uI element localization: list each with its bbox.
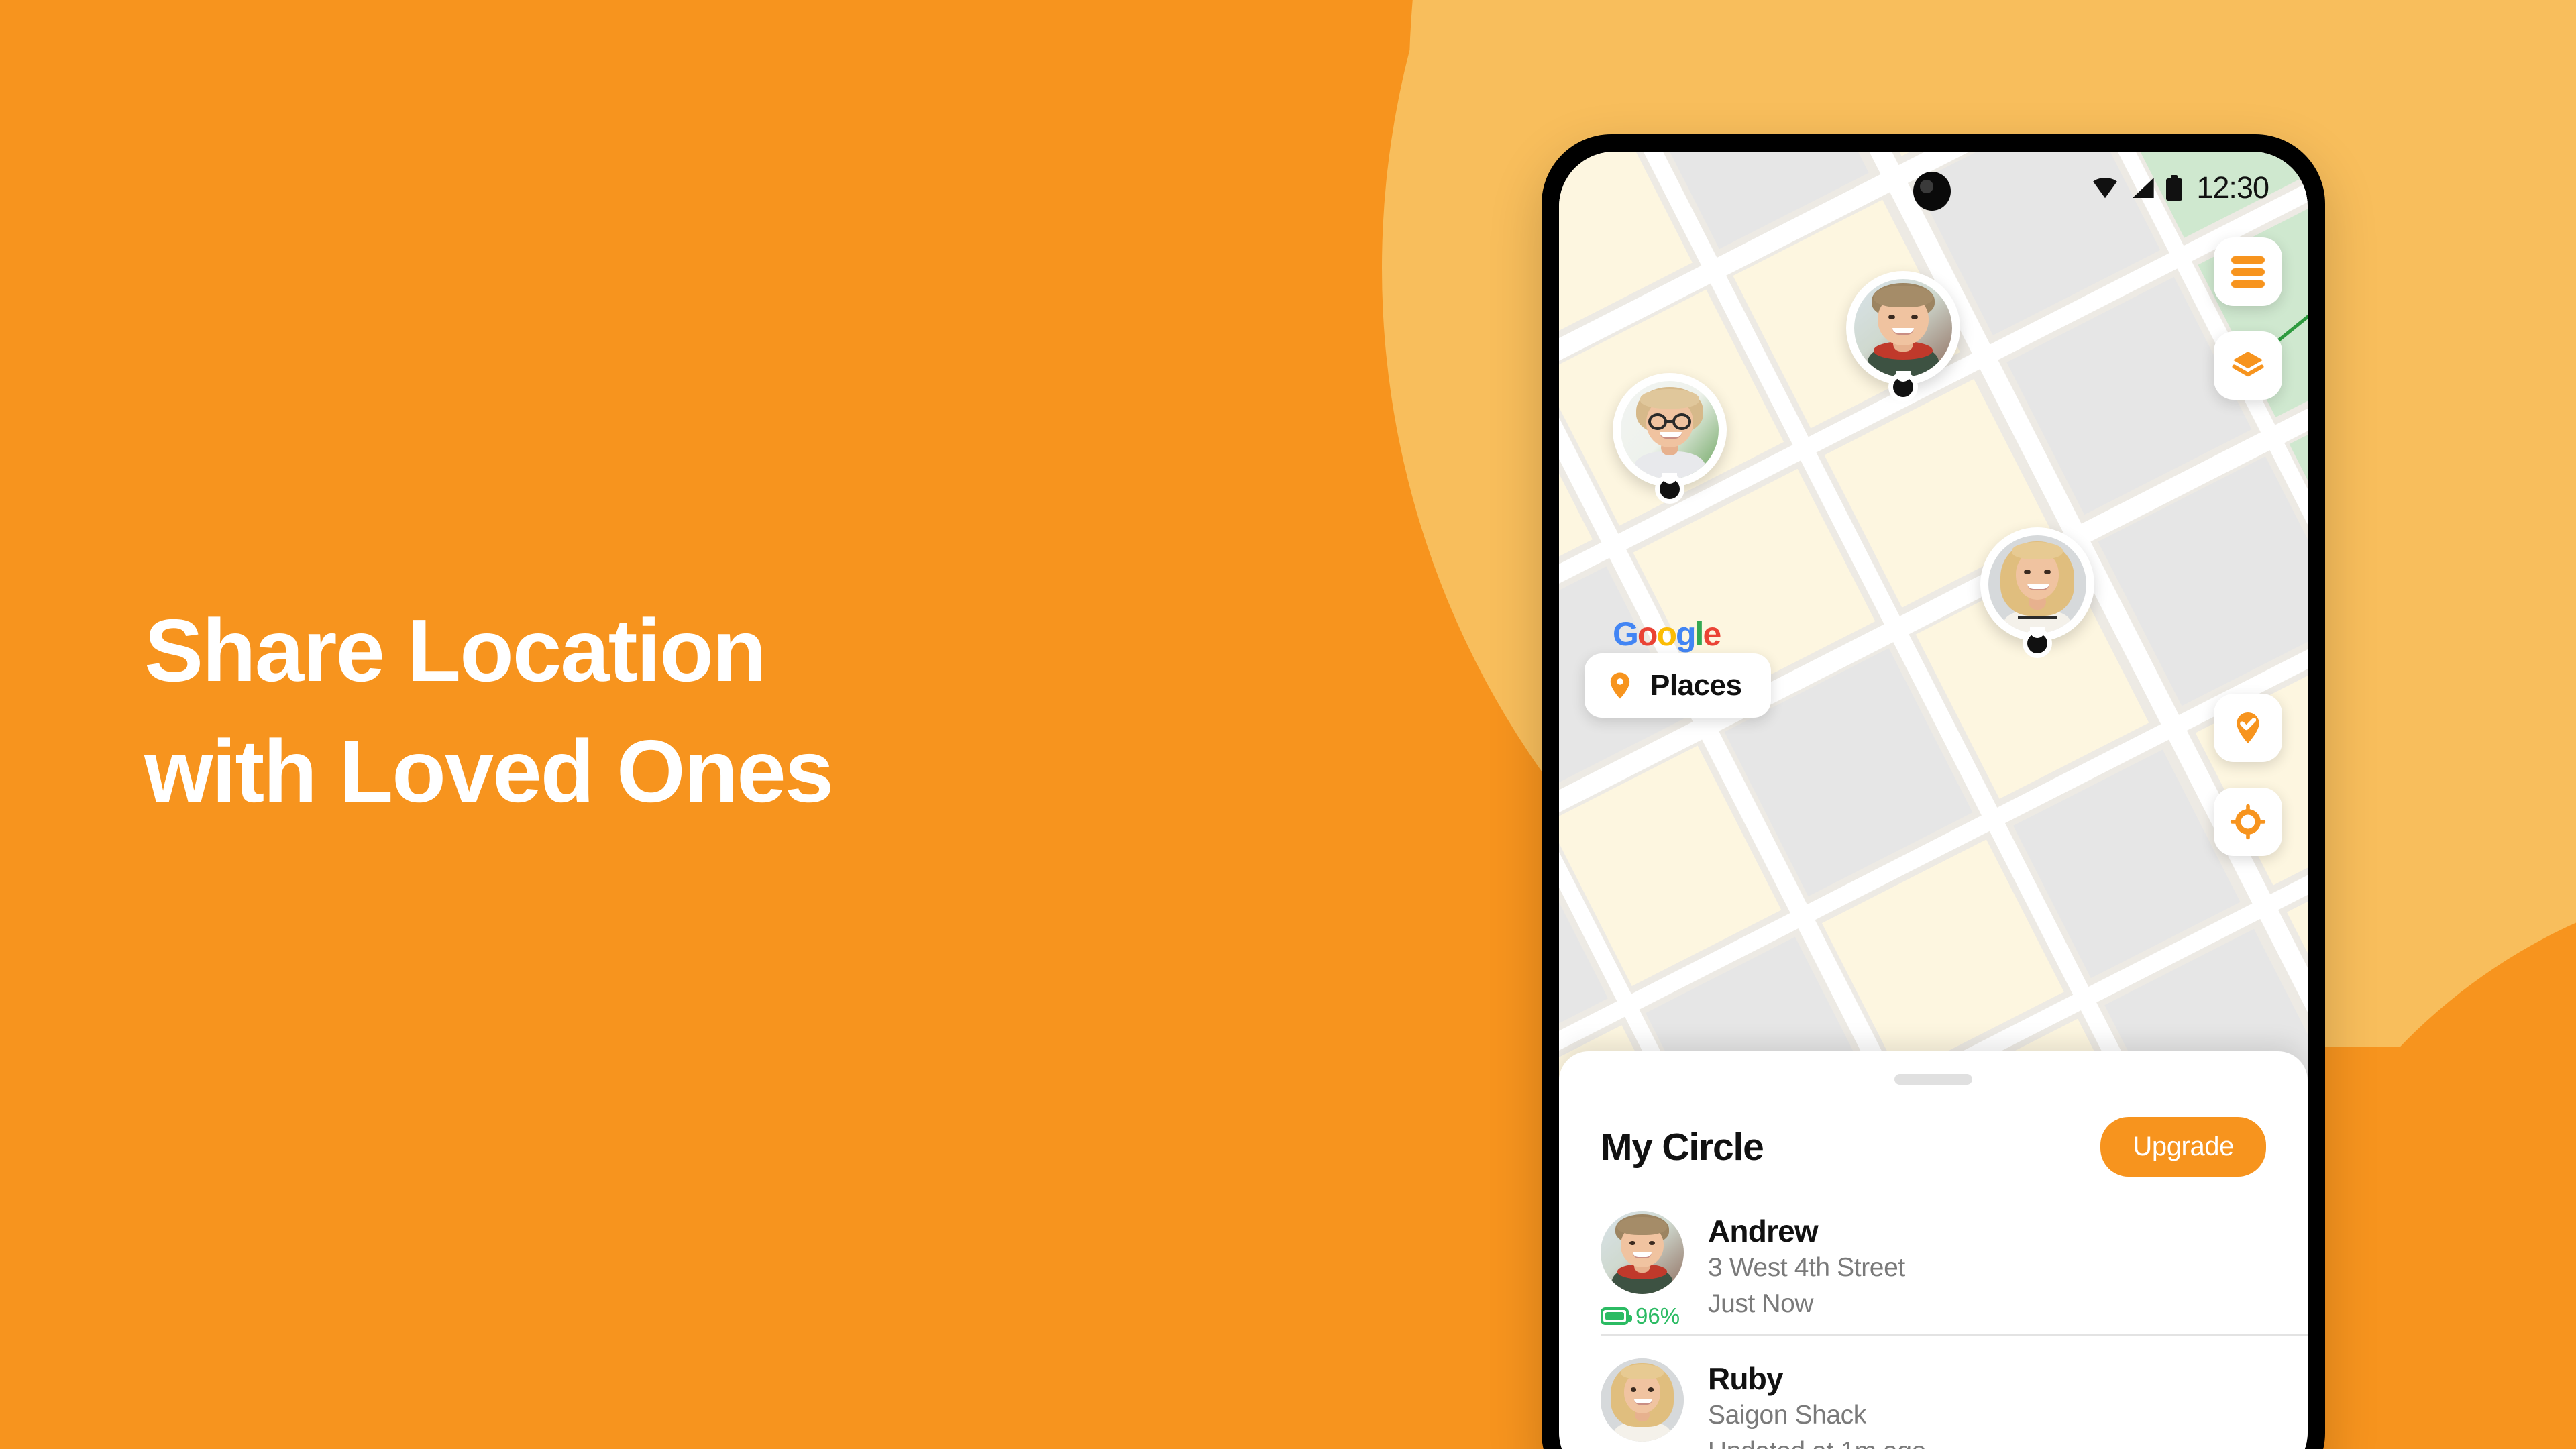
member-info: Andrew 3 West 4th Street Just Now	[1708, 1211, 2308, 1322]
map-checkin-button[interactable]	[2214, 694, 2282, 762]
google-letter-g2: g	[1676, 615, 1697, 653]
member-avatar-wrap	[1601, 1358, 1684, 1442]
status-bar: 12:30	[1559, 152, 2308, 225]
member-name: Ruby	[1708, 1361, 1784, 1396]
map-marker-andrew[interactable]	[1846, 271, 1960, 397]
google-letter-e: e	[1703, 615, 1721, 653]
crosshair-locate-icon	[2230, 804, 2266, 840]
marker-ring	[1846, 271, 1960, 385]
member-location: Saigon Shack	[1708, 1401, 1866, 1430]
marker-ring	[1613, 373, 1727, 487]
front-camera-punch-hole-icon	[1913, 172, 1951, 211]
map-locate-button[interactable]	[2214, 788, 2282, 856]
marker-ring	[1980, 527, 2094, 641]
google-letter-l: l	[1695, 615, 1705, 653]
map-marker-ruby[interactable]	[1980, 527, 2094, 653]
battery-icon	[1601, 1307, 1632, 1325]
battery-level-label: 96%	[1635, 1303, 1680, 1328]
pin-check-icon	[2237, 712, 2259, 743]
marker-pointer	[1660, 473, 1680, 499]
marker-avatar-ruby	[1988, 535, 2086, 633]
member-name: Andrew	[1708, 1214, 1819, 1248]
wifi-icon	[2093, 178, 2118, 199]
cellular-signal-icon	[2133, 178, 2155, 198]
phone-mockup: Google Places 12:30 My Circle Upgrade 96…	[1542, 134, 2325, 1449]
member-updated: Updated at 1m ago	[1708, 1434, 2308, 1449]
marker-pointer	[2027, 627, 2047, 653]
map-layers-icon	[2232, 352, 2264, 377]
map-pin-icon	[1610, 672, 1630, 699]
marker-pointer	[1893, 371, 1913, 397]
member-avatar-wrap: 96%	[1601, 1211, 1684, 1329]
battery-icon	[2166, 175, 2183, 201]
bottom-sheet-drag-handle[interactable]	[1894, 1074, 1972, 1085]
status-badge: 96%	[1601, 1303, 1684, 1329]
avatar	[1601, 1211, 1684, 1294]
bottom-sheet-header: My Circle Upgrade	[1601, 1117, 2266, 1177]
phone-screen: Google Places 12:30 My Circle Upgrade 96…	[1559, 152, 2308, 1449]
list-item[interactable]: 96% Andrew 3 West 4th Street Just Now	[1601, 1211, 2308, 1329]
map-layers-button[interactable]	[2214, 331, 2282, 400]
google-letter-g: G	[1613, 615, 1639, 653]
places-button-label: Places	[1650, 669, 1742, 702]
list-divider	[1601, 1334, 2308, 1336]
list-item[interactable]: Ruby Saigon Shack Updated at 1m ago	[1601, 1358, 2308, 1449]
hamburger-menu-icon	[2231, 252, 2265, 292]
bottom-sheet[interactable]: My Circle Upgrade 96% Andrew 3 West 4th …	[1559, 1051, 2308, 1449]
marker-avatar-andrew	[1854, 279, 1952, 377]
member-info: Ruby Saigon Shack Updated at 1m ago	[1708, 1358, 2308, 1449]
hero-headline: Share Location with Loved Ones	[144, 601, 834, 820]
avatar	[1601, 1358, 1684, 1442]
google-letter-o1: o	[1637, 615, 1658, 653]
member-updated: Just Now	[1708, 1289, 1814, 1318]
member-location: 3 West 4th Street	[1708, 1253, 1905, 1283]
google-letter-o2: o	[1656, 615, 1677, 653]
status-bar-indicators: 12:30	[2091, 170, 2269, 205]
marker-avatar-linda	[1621, 381, 1719, 479]
google-attribution: Google	[1613, 614, 1721, 653]
map-menu-button[interactable]	[2214, 237, 2282, 306]
status-bar-clock: 12:30	[2196, 170, 2269, 205]
page-title: My Circle	[1601, 1125, 1764, 1169]
upgrade-button[interactable]: Upgrade	[2100, 1117, 2266, 1177]
places-button[interactable]: Places	[1585, 653, 1772, 718]
map-marker-linda[interactable]	[1613, 373, 1727, 499]
